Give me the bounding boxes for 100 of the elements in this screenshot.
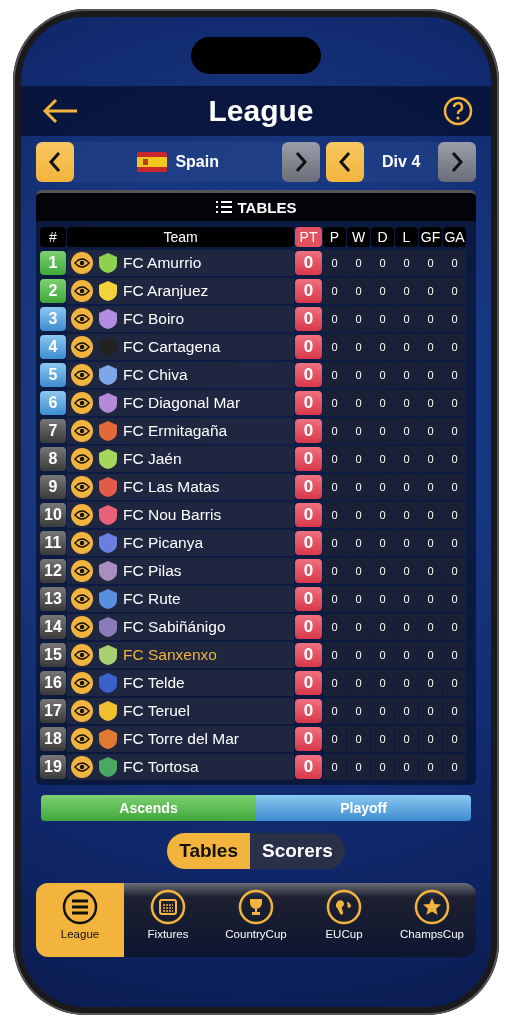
points-badge: 0 bbox=[295, 447, 322, 471]
view-button[interactable] bbox=[71, 560, 93, 582]
team-name: FC Las Matas bbox=[123, 478, 220, 496]
team-name: FC Picanya bbox=[123, 534, 204, 552]
next-button[interactable] bbox=[282, 142, 321, 182]
menu-icon bbox=[62, 889, 98, 925]
table-cell: 0 bbox=[347, 250, 370, 276]
table-cell: 0 bbox=[395, 446, 418, 472]
table-cell: 0 bbox=[443, 586, 466, 612]
rank-badge: 15 bbox=[40, 643, 66, 667]
eye-icon bbox=[74, 678, 90, 688]
table-cell: 0 bbox=[395, 278, 418, 304]
table-cell: 0 bbox=[323, 334, 346, 360]
view-button[interactable] bbox=[71, 420, 93, 442]
points-badge: 0 bbox=[295, 671, 322, 695]
view-button[interactable] bbox=[71, 392, 93, 414]
table-cell: 0 bbox=[395, 754, 418, 780]
table-cell: 0 bbox=[371, 390, 394, 416]
table-cell: 0 bbox=[419, 698, 442, 724]
view-button[interactable] bbox=[71, 308, 93, 330]
points-badge: 0 bbox=[295, 391, 322, 415]
next-button[interactable] bbox=[438, 142, 476, 182]
rank-badge: 19 bbox=[40, 755, 66, 779]
table-cell: 0 bbox=[347, 502, 370, 528]
back-button[interactable] bbox=[41, 97, 79, 125]
eye-icon bbox=[74, 734, 90, 744]
team-name: FC Teruel bbox=[123, 702, 190, 720]
eye-icon bbox=[74, 566, 90, 576]
chevron-left-icon bbox=[48, 151, 62, 173]
eye-icon bbox=[74, 314, 90, 324]
help-icon bbox=[443, 96, 473, 126]
eye-icon bbox=[74, 286, 90, 296]
table-cell: 0 bbox=[443, 698, 466, 724]
view-button[interactable] bbox=[71, 504, 93, 526]
view-button[interactable] bbox=[71, 700, 93, 722]
table-cell: 0 bbox=[323, 754, 346, 780]
previous-button[interactable] bbox=[326, 142, 365, 182]
view-button[interactable] bbox=[71, 756, 93, 778]
nav-tab[interactable]: League bbox=[36, 883, 124, 957]
view-button[interactable] bbox=[71, 616, 93, 638]
previous-button[interactable] bbox=[36, 142, 74, 182]
rank-badge: 6 bbox=[40, 391, 66, 415]
view-button[interactable] bbox=[71, 448, 93, 470]
team-name: FC Rute bbox=[123, 590, 181, 608]
table-cell: 0 bbox=[371, 614, 394, 640]
table-cell: 0 bbox=[371, 446, 394, 472]
column-header: GA bbox=[443, 227, 466, 247]
segment-tab[interactable]: Scorers bbox=[250, 833, 345, 869]
table-cell: 0 bbox=[371, 754, 394, 780]
eye-icon bbox=[74, 622, 90, 632]
rank-badge: 3 bbox=[40, 307, 66, 331]
view-button[interactable] bbox=[71, 364, 93, 386]
table-cell: 0 bbox=[443, 474, 466, 500]
table-cell: 0 bbox=[419, 726, 442, 752]
rank-badge: 16 bbox=[40, 671, 66, 695]
chevron-left-icon bbox=[338, 151, 353, 173]
trophy-icon bbox=[238, 889, 274, 925]
help-button[interactable] bbox=[443, 96, 473, 126]
team-name: FC Torre del Mar bbox=[123, 730, 239, 748]
view-button[interactable] bbox=[71, 532, 93, 554]
table-cell: 0 bbox=[371, 530, 394, 556]
view-button[interactable] bbox=[71, 252, 93, 274]
table-cell: 0 bbox=[395, 670, 418, 696]
points-badge: 0 bbox=[295, 419, 322, 443]
table-cell: 0 bbox=[323, 390, 346, 416]
table-cell: 0 bbox=[395, 614, 418, 640]
view-button[interactable] bbox=[71, 728, 93, 750]
points-badge: 0 bbox=[295, 699, 322, 723]
view-button[interactable] bbox=[71, 476, 93, 498]
rank-badge: 9 bbox=[40, 475, 66, 499]
table-cell: 0 bbox=[395, 586, 418, 612]
rank-badge: 17 bbox=[40, 699, 66, 723]
table-cell: 0 bbox=[371, 250, 394, 276]
table-cell: 0 bbox=[395, 530, 418, 556]
nav-tab[interactable]: EUCup bbox=[300, 883, 388, 957]
team-name: FC Diagonal Mar bbox=[123, 394, 241, 412]
team-name: FC Boiro bbox=[123, 310, 185, 328]
view-button[interactable] bbox=[71, 280, 93, 302]
table-cell: 0 bbox=[443, 306, 466, 332]
view-button[interactable] bbox=[71, 588, 93, 610]
table-cell: 0 bbox=[323, 446, 346, 472]
points-badge: 0 bbox=[295, 307, 322, 331]
segment-tab[interactable]: Tables bbox=[167, 833, 250, 869]
eye-icon bbox=[74, 342, 90, 352]
table-cell: 0 bbox=[419, 390, 442, 416]
nav-tab[interactable]: CountryCup bbox=[212, 883, 300, 957]
table-cell: 0 bbox=[323, 306, 346, 332]
nav-tab[interactable]: Fixtures bbox=[124, 883, 212, 957]
table-cell: 0 bbox=[443, 754, 466, 780]
view-button[interactable] bbox=[71, 644, 93, 666]
table-cell: 0 bbox=[443, 726, 466, 752]
view-button[interactable] bbox=[71, 672, 93, 694]
rank-badge: 13 bbox=[40, 587, 66, 611]
table-cell: 0 bbox=[323, 670, 346, 696]
view-button[interactable] bbox=[71, 336, 93, 358]
table-cell: 0 bbox=[419, 754, 442, 780]
table-cell: 0 bbox=[347, 558, 370, 584]
table-cell: 0 bbox=[443, 418, 466, 444]
nav-tab[interactable]: ChampsCup bbox=[388, 883, 476, 957]
column-header: P bbox=[323, 227, 346, 247]
